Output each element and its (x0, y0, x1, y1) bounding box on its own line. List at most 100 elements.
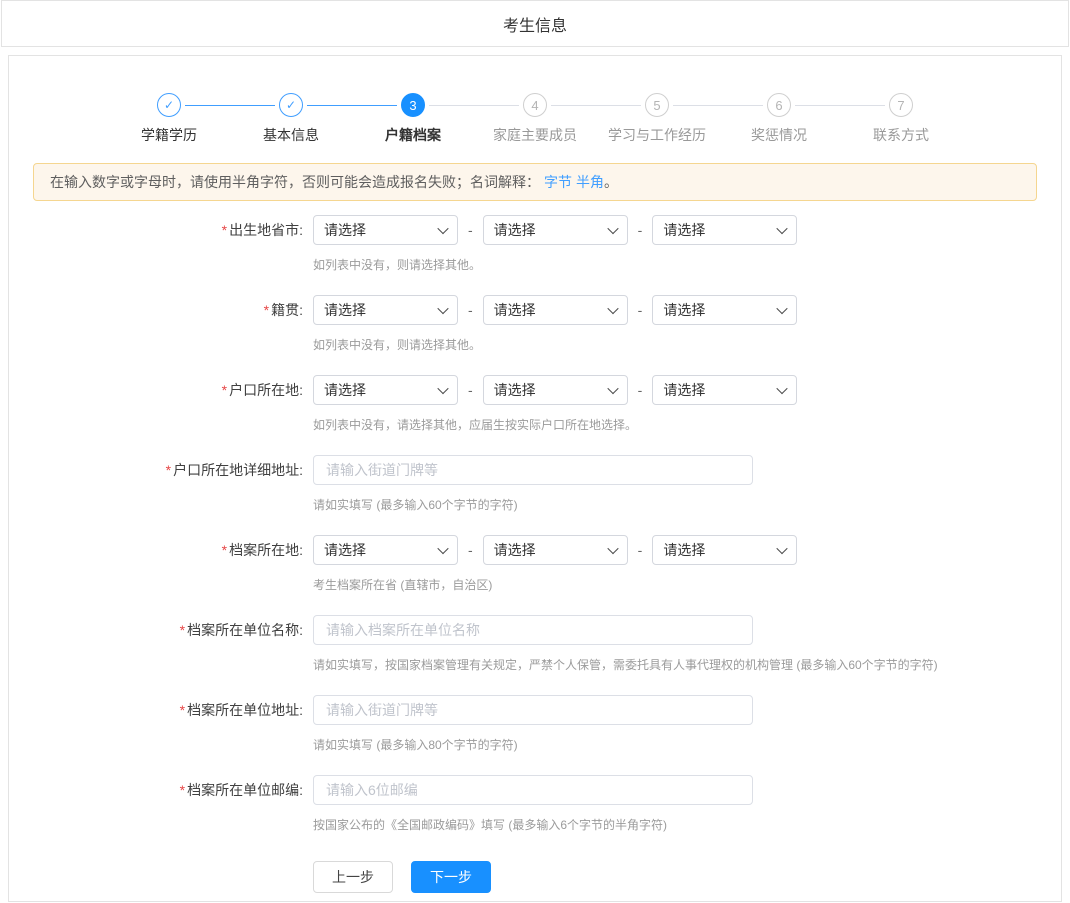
form-row-birthplace: *出生地省市: 请选择 - 请选择 - 请选择 如列表中没有，则请选择其他。 (9, 215, 1061, 273)
step-4-label: 家庭主要成员 (493, 125, 577, 145)
archive-unit-name-input[interactable] (313, 615, 753, 645)
check-icon: ✓ (164, 99, 174, 111)
step-5-xuexi-gongzuo[interactable]: 5 学习与工作经历 (596, 93, 718, 145)
step-7-label: 联系方式 (873, 125, 929, 145)
chevron-down-icon (777, 543, 788, 554)
native-place-province-select[interactable]: 请选择 (313, 295, 458, 325)
household-address-help: 请如实填写 (最多输入60个字节的字符) (313, 497, 1061, 513)
form-actions: 上一步 下一步 (313, 861, 1061, 893)
select-separator: - (468, 302, 473, 318)
notice-suffix: 。 (604, 172, 618, 192)
archive-unit-postcode-help: 按国家公布的《全国邮政编码》填写 (最多输入6个字节的半角字符) (313, 817, 1061, 833)
next-step-button[interactable]: 下一步 (411, 861, 491, 893)
step-4-circle: 4 (523, 93, 547, 117)
birthplace-district-select[interactable]: 请选择 (652, 215, 797, 245)
wizard-stepper: ✓ 学籍学历 ✓ 基本信息 3 户籍档案 4 家庭主要成员 5 学习与工作经历 … (108, 93, 962, 145)
glossary-link-byte[interactable]: 字节 (544, 172, 572, 192)
step-5-number: 5 (653, 98, 660, 113)
step-4-number: 4 (531, 98, 538, 113)
step-3-huji-dangan[interactable]: 3 户籍档案 (352, 93, 474, 145)
step-2-circle: ✓ (279, 93, 303, 117)
chevron-down-icon (777, 303, 788, 314)
select-value: 请选择 (663, 220, 705, 240)
step-3-circle: 3 (401, 93, 425, 117)
select-value: 请选择 (324, 220, 366, 240)
select-value: 请选择 (494, 540, 536, 560)
step-6-circle: 6 (767, 93, 791, 117)
notice-text: 在输入数字或字母时，请使用半角字符，否则可能会造成报名失败；名词解释： (50, 172, 540, 192)
archive-unit-postcode-label: *档案所在单位邮编: (9, 775, 303, 805)
step-3-label: 户籍档案 (385, 125, 441, 145)
form-row-household-location: *户口所在地: 请选择 - 请选择 - 请选择 如列表中没有，请选择其他，应届生… (9, 375, 1061, 433)
chevron-down-icon (777, 383, 788, 394)
select-separator: - (638, 302, 643, 318)
chevron-down-icon (437, 303, 448, 314)
birthplace-city-select[interactable]: 请选择 (483, 215, 628, 245)
household-district-select[interactable]: 请选择 (652, 375, 797, 405)
archive-location-help: 考生档案所在省 (直辖市，自治区) (313, 577, 1061, 593)
household-location-label: *户口所在地: (9, 375, 303, 405)
step-7-circle: 7 (889, 93, 913, 117)
form-row-archive-location: *档案所在地: 请选择 - 请选择 - 请选择 考生档案所在省 (直辖市，自治区… (9, 535, 1061, 593)
select-value: 请选择 (494, 380, 536, 400)
chevron-down-icon (437, 223, 448, 234)
step-3-number: 3 (409, 98, 416, 113)
halfwidth-notice-bar: 在输入数字或字母时，请使用半角字符，否则可能会造成报名失败；名词解释： 字节 半… (33, 163, 1037, 201)
step-6-jiangcheng[interactable]: 6 奖惩情况 (718, 93, 840, 145)
birthplace-label: *出生地省市: (9, 215, 303, 245)
step-2-jiben-xinxi[interactable]: ✓ 基本信息 (230, 93, 352, 145)
archive-unit-name-label: *档案所在单位名称: (9, 615, 303, 645)
step-5-label: 学习与工作经历 (608, 125, 706, 145)
native-place-city-select[interactable]: 请选择 (483, 295, 628, 325)
step-6-label: 奖惩情况 (751, 125, 807, 145)
step-1-label: 学籍学历 (141, 125, 197, 145)
select-value: 请选择 (494, 220, 536, 240)
select-value: 请选择 (324, 300, 366, 320)
select-value: 请选择 (324, 380, 366, 400)
step-6-number: 6 (775, 98, 782, 113)
required-mark: * (180, 702, 185, 718)
archive-unit-address-label: *档案所在单位地址: (9, 695, 303, 725)
select-separator: - (638, 222, 643, 238)
form-row-archive-unit-postcode: *档案所在单位邮编: 按国家公布的《全国邮政编码》填写 (最多输入6个字节的半角… (9, 775, 1061, 833)
required-mark: * (180, 782, 185, 798)
step-5-circle: 5 (645, 93, 669, 117)
select-separator: - (468, 222, 473, 238)
archive-province-select[interactable]: 请选择 (313, 535, 458, 565)
native-place-help: 如列表中没有，则请选择其他。 (313, 337, 1061, 353)
archive-unit-postcode-input[interactable] (313, 775, 753, 805)
form-card: ✓ 学籍学历 ✓ 基本信息 3 户籍档案 4 家庭主要成员 5 学习与工作经历 … (8, 55, 1062, 902)
step-1-xueji-xueli[interactable]: ✓ 学籍学历 (108, 93, 230, 145)
chevron-down-icon (607, 303, 618, 314)
step-1-circle: ✓ (157, 93, 181, 117)
select-separator: - (638, 542, 643, 558)
chevron-down-icon (437, 383, 448, 394)
birthplace-help: 如列表中没有，则请选择其他。 (313, 257, 1061, 273)
household-address-input[interactable] (313, 455, 753, 485)
form-row-household-address: *户口所在地详细地址: 请如实填写 (最多输入60个字节的字符) (9, 455, 1061, 513)
native-place-district-select[interactable]: 请选择 (652, 295, 797, 325)
birthplace-province-select[interactable]: 请选择 (313, 215, 458, 245)
archive-unit-address-help: 请如实填写 (最多输入80个字节的字符) (313, 737, 1061, 753)
chevron-down-icon (607, 223, 618, 234)
required-mark: * (222, 222, 227, 238)
household-province-select[interactable]: 请选择 (313, 375, 458, 405)
household-city-select[interactable]: 请选择 (483, 375, 628, 405)
step-7-lianxi-fangshi[interactable]: 7 联系方式 (840, 93, 962, 145)
required-mark: * (222, 382, 227, 398)
step-4-jiating-chengyuan[interactable]: 4 家庭主要成员 (474, 93, 596, 145)
select-separator: - (638, 382, 643, 398)
glossary-link-halfwidth[interactable]: 半角 (576, 172, 604, 192)
chevron-down-icon (777, 223, 788, 234)
check-icon: ✓ (286, 99, 296, 111)
chevron-down-icon (437, 543, 448, 554)
select-value: 请选择 (494, 300, 536, 320)
form-row-archive-unit-name: *档案所在单位名称: 请如实填写，按国家档案管理有关规定，严禁个人保管，需委托具… (9, 615, 1061, 673)
archive-district-select[interactable]: 请选择 (652, 535, 797, 565)
required-mark: * (166, 462, 171, 478)
form-row-native-place: *籍贯: 请选择 - 请选择 - 请选择 如列表中没有，则请选择其他。 (9, 295, 1061, 353)
archive-city-select[interactable]: 请选择 (483, 535, 628, 565)
native-place-label: *籍贯: (9, 295, 303, 325)
prev-step-button[interactable]: 上一步 (313, 861, 393, 893)
archive-unit-address-input[interactable] (313, 695, 753, 725)
